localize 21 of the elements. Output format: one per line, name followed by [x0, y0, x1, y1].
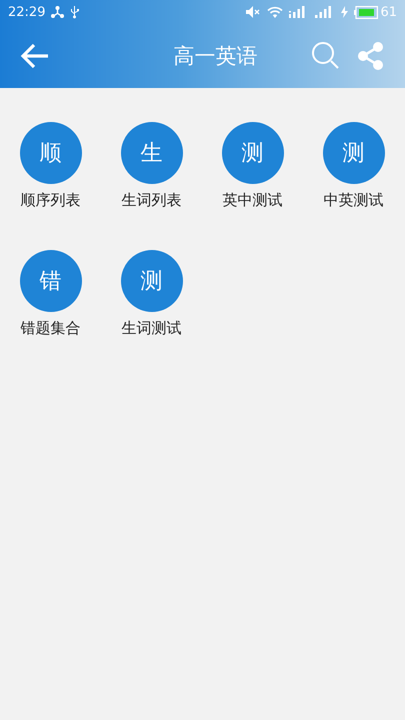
- menu-tile-label[interactable]: 顺序列表: [20, 191, 80, 210]
- menu-tile-icon[interactable]: 错: [20, 250, 82, 312]
- menu-tile-label[interactable]: 英中测试: [222, 191, 282, 210]
- menu-tile-label[interactable]: 生词列表: [122, 191, 182, 210]
- battery-icon: [354, 6, 378, 18]
- mute-icon: [246, 6, 262, 18]
- battery-percent: 61: [380, 4, 397, 20]
- menu-tile-icon[interactable]: 测: [120, 250, 182, 312]
- wifi-icon: [267, 6, 284, 18]
- menu-tile-label[interactable]: 生词测试: [122, 319, 182, 338]
- clock-time: 22:29: [8, 4, 46, 20]
- charging-icon: [341, 6, 348, 18]
- network-icon: [51, 6, 64, 18]
- menu-tile-icon[interactable]: 测: [322, 122, 384, 184]
- usb-icon: [70, 6, 80, 18]
- page-title: 高一英语: [172, 43, 258, 70]
- menu-tile-icon[interactable]: 顺: [20, 122, 82, 184]
- menu-tile-icon[interactable]: 测: [222, 122, 284, 184]
- menu-tile-label[interactable]: 错题集合: [20, 319, 80, 338]
- menu-tile-label[interactable]: 中英测试: [324, 191, 384, 210]
- menu-tile-icon[interactable]: 生: [120, 122, 182, 184]
